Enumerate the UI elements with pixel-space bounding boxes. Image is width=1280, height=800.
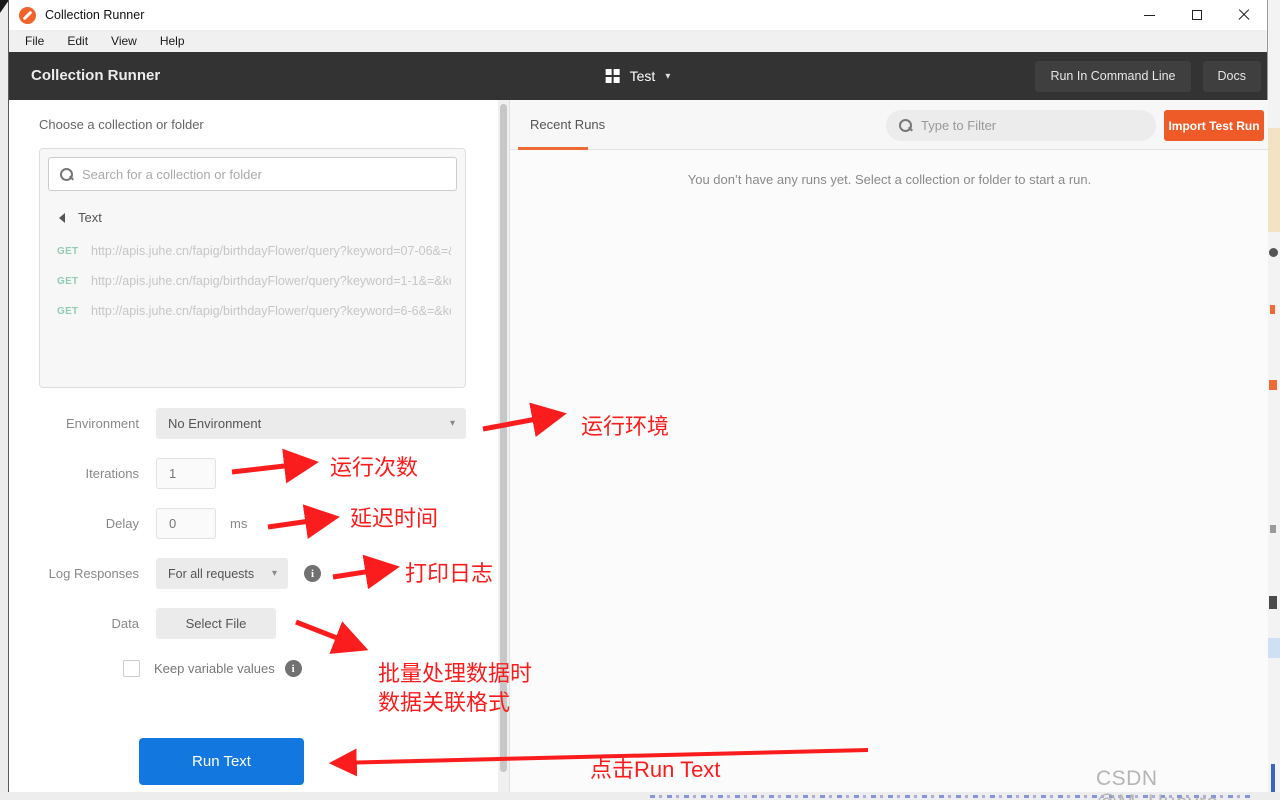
runner-setup-panel: Choose a collection or folder Text GET h… [9, 100, 498, 792]
workspace-switcher[interactable]: Test ▾ [605, 52, 671, 100]
docs-button[interactable]: Docs [1202, 60, 1261, 92]
menu-edit[interactable]: Edit [60, 33, 95, 49]
request-row[interactable]: GET http://apis.juhe.cn/fapig/birthdayFl… [40, 266, 465, 296]
choose-collection-label: Choose a collection or folder [39, 117, 204, 132]
log-responses-select[interactable]: For all requests ▾ [156, 558, 288, 589]
collection-item-text[interactable]: Text [40, 199, 465, 236]
environment-label: Environment [66, 416, 139, 431]
delay-input[interactable] [156, 508, 216, 539]
log-responses-value: For all requests [168, 566, 255, 581]
menu-bar: File Edit View Help [9, 30, 1267, 52]
environment-value: No Environment [168, 416, 262, 431]
request-row[interactable]: GET http://apis.juhe.cn/fapig/birthdayFl… [40, 236, 465, 266]
menu-view[interactable]: View [104, 33, 144, 49]
background-page-text [650, 795, 1250, 798]
chevron-down-icon: ▾ [665, 70, 671, 82]
active-tab-underline [518, 147, 588, 150]
app-header: Collection Runner Test ▾ Run In Command … [9, 52, 1267, 100]
close-button[interactable] [1220, 0, 1267, 30]
filter-box [886, 110, 1156, 141]
run-in-command-line-button[interactable]: Run In Command Line [1035, 60, 1191, 92]
scrollbar-thumb[interactable] [500, 104, 507, 772]
search-icon [60, 167, 73, 181]
menu-file[interactable]: File [18, 33, 51, 49]
header-actions: Run In Command Line Docs [1035, 52, 1261, 100]
collection-search-input[interactable] [82, 166, 445, 182]
request-row[interactable]: GET http://apis.juhe.cn/fapig/birthdayFl… [40, 296, 465, 326]
environment-select[interactable]: No Environment ▾ [156, 408, 466, 439]
tab-bar: Recent Runs Import Test Run [510, 100, 1269, 150]
data-row: Data Select File [9, 608, 276, 639]
maximize-button[interactable] [1173, 0, 1220, 30]
minimize-button[interactable] [1126, 0, 1173, 30]
collection-search-box [48, 157, 457, 191]
data-label: Data [111, 616, 139, 631]
minimize-icon [1144, 14, 1155, 16]
log-responses-label: Log Responses [48, 566, 139, 581]
screen: Collection Runner File Edit View Help Co… [0, 0, 1280, 800]
search-icon [899, 119, 912, 132]
info-icon[interactable]: i [304, 565, 321, 582]
menu-help[interactable]: Help [153, 33, 192, 49]
iterations-label: Iterations [85, 466, 139, 481]
workspace-name: Test [629, 68, 656, 84]
iterations-row: Iterations [9, 458, 216, 489]
log-responses-row: Log Responses For all requests ▾ i [9, 558, 321, 589]
collection-name: Text [78, 210, 102, 225]
tab-recent-runs[interactable]: Recent Runs [530, 100, 605, 149]
workspace-grid-icon [605, 69, 620, 83]
request-method: GET [57, 275, 79, 287]
run-text-button[interactable]: Run Text [139, 738, 304, 785]
keep-variable-values-label: Keep variable values [154, 661, 275, 676]
panel-scrollbar[interactable] [498, 100, 509, 792]
delay-label: Delay [105, 516, 139, 531]
environment-row: Environment No Environment ▾ [9, 408, 466, 439]
delay-unit-label: ms [230, 516, 248, 531]
info-icon[interactable]: i [284, 660, 302, 677]
request-url: http://apis.juhe.cn/fapig/birthdayFlower… [91, 244, 451, 258]
import-test-run-button[interactable]: Import Test Run [1164, 110, 1264, 141]
chevron-down-icon: ▾ [449, 418, 455, 429]
iterations-input[interactable] [156, 458, 216, 489]
window-title: Collection Runner [45, 8, 145, 22]
request-method: GET [57, 305, 79, 317]
maximize-icon [1191, 10, 1202, 20]
keep-variable-values-row: Keep variable values i [123, 660, 302, 677]
filter-input[interactable] [921, 118, 1143, 133]
chevron-down-icon: ▾ [271, 568, 277, 579]
close-icon [1238, 9, 1250, 21]
empty-runs-message: You don’t have any runs yet. Select a co… [687, 172, 1092, 187]
request-url: http://apis.juhe.cn/fapig/birthdayFlower… [91, 274, 451, 288]
select-file-button[interactable]: Select File [156, 608, 276, 639]
background-window-right-sliver [1268, 0, 1280, 800]
background-window-left-sliver [0, 0, 8, 800]
collection-picker: Text GET http://apis.juhe.cn/fapig/birth… [39, 148, 466, 388]
keep-variable-values-checkbox[interactable] [123, 660, 140, 677]
title-bar: Collection Runner [9, 0, 1267, 30]
page-title: Collection Runner [31, 67, 161, 84]
collection-runner-window: Collection Runner File Edit View Help Co… [8, 0, 1269, 792]
postman-logo-icon [19, 6, 36, 24]
request-url: http://apis.juhe.cn/fapig/birthdayFlower… [91, 304, 451, 318]
window-controls [1126, 0, 1267, 30]
delay-row: Delay ms [9, 508, 247, 539]
request-method: GET [57, 245, 79, 257]
collapse-arrow-icon [59, 212, 65, 223]
recent-runs-panel: Recent Runs Import Test Run You don’t ha… [509, 100, 1269, 792]
